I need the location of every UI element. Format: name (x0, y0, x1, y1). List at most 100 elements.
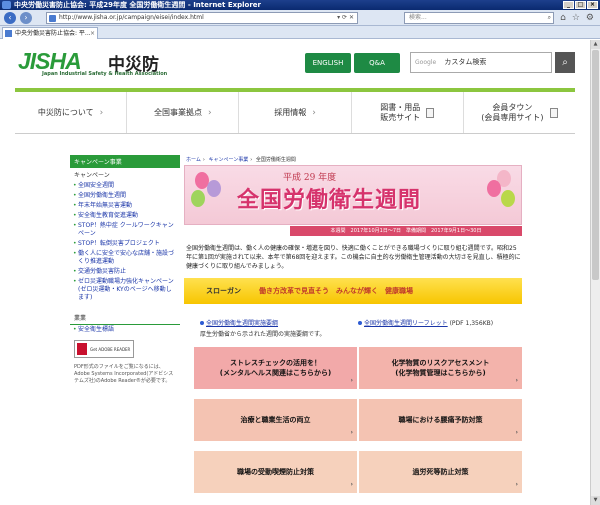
sidebar-item[interactable]: 全国労働衛生週間 (70, 191, 180, 201)
tile-chemical-risk[interactable]: 化学物質のリスクアセスメント (化学物質管理はこちらから) › (359, 347, 522, 389)
breadcrumb-campaign[interactable]: キャンペーン事業 (208, 157, 248, 163)
arrow-icon: › (350, 377, 353, 384)
tab-row: 中央労働災害防止協会: 平... × (0, 26, 600, 39)
balloon-icon (487, 180, 501, 197)
page-viewport: JISHA 中災防 Japan Industrial Safety & Heal… (0, 40, 590, 505)
ie-icon (2, 1, 11, 9)
nav-members[interactable]: 会員タウン (会員専用サイト) (464, 92, 575, 133)
sidebar-item[interactable]: 安全衛生標語 (70, 325, 180, 335)
forward-button[interactable]: › (20, 12, 32, 24)
tile-label: ストレスチェックの活用を！ (メンタルヘルス関連はこちらから) (219, 359, 332, 377)
breadcrumb-sep: › (250, 157, 253, 163)
sidebar-item[interactable]: 安全衛生教育促進運動 (70, 211, 180, 221)
link-desc: 厚生労働省から示された週間の実施要綱です。 (200, 331, 326, 338)
google-label: Google (415, 59, 437, 66)
breadcrumb: ホーム › キャンペーン事業 › 全国労働衛生週間 (186, 156, 298, 163)
maximize-button[interactable]: □ (575, 1, 586, 9)
tile-stress-check[interactable]: ストレスチェックの活用を！ (メンタルヘルス関連はこちらから) › (194, 347, 357, 389)
vertical-scrollbar[interactable]: ▲ ▼ (590, 40, 600, 505)
tile-back-pain[interactable]: 職場における腰痛予防対策 › (359, 399, 522, 441)
scroll-thumb[interactable] (592, 50, 599, 280)
arrow-icon: › (515, 429, 518, 436)
link-title[interactable]: 全国労働衛生週間実施要綱 (206, 320, 278, 327)
sidebar: キャンペーン事業 キャンペーン 全国安全週間 全国労働衛生週間 年末年始無災害運… (70, 155, 180, 335)
window-controls: _ □ × (563, 1, 598, 9)
sidebar-subheader: キャンペーン (74, 172, 110, 179)
tile-label: 職場の受動喫煙防止対策 (237, 468, 314, 476)
url-text: http://www.jisha.or.jp/campaign/eisei/in… (59, 14, 204, 21)
sidebar-item[interactable]: 年末年始無災害運動 (70, 201, 180, 211)
sidebar-item[interactable]: ゼロ災運動職場力強化キャンペーン(ゼロ災運動・KYのページへ移動します) (70, 277, 180, 303)
link-desc: (PDF 1,356KB) (449, 320, 494, 327)
site-search-button[interactable]: ⌕ (555, 52, 575, 73)
chevron-right-icon: › (312, 107, 316, 118)
tab-favicon-icon (5, 30, 12, 37)
tile-label: 職場における腰痛予防対策 (398, 416, 483, 424)
sidebar-item[interactable]: STOP！熱中症 クールワークキャンペーン (70, 221, 180, 239)
sidebar-item[interactable]: 働く人に安全で安心な店舗・施設づくり推進運動 (70, 249, 180, 267)
chevron-right-icon: › (208, 107, 212, 118)
search-icon[interactable]: ⌕ (548, 13, 551, 23)
tile-label: 過労死等防止対策 (412, 468, 469, 476)
english-button[interactable]: ENGLISH (305, 53, 351, 73)
link-item[interactable]: 全国労働衛生週間リーフレット (PDF 1,356KB) (358, 318, 493, 327)
slogan-text: 働き方改革で見直そう みんなが輝く 健康職場 (259, 287, 413, 295)
nav-shop[interactable]: 図書・用品 販売サイト (352, 92, 464, 133)
link-title[interactable]: 全国労働衛生週間リーフレット (364, 320, 448, 327)
nav-locations-label: 全国事業拠点 (154, 107, 202, 117)
nav-about[interactable]: 中災防について › (15, 92, 128, 133)
nav-recruit-label: 採用情報 (274, 107, 307, 117)
scroll-down-icon[interactable]: ▼ (591, 496, 600, 505)
campaign-dates: 本週間 2017年10月1日〜7日 準備期間 2017年9月1日〜30日 (290, 226, 522, 236)
home-icon[interactable]: ⌂ (560, 12, 566, 24)
minimize-button[interactable]: _ (563, 1, 574, 9)
settings-gear-icon[interactable]: ⚙ (586, 12, 594, 24)
browser-search-placeholder: 検索... (409, 14, 427, 21)
document-icon (549, 107, 558, 118)
arrow-icon: › (515, 377, 518, 384)
tile-karoshi-prevention[interactable]: 過労死等防止対策 › (359, 451, 522, 493)
breadcrumb-home[interactable]: ホーム (186, 157, 201, 163)
sidebar-item[interactable]: STOP！転倒災害プロジェクト (70, 239, 180, 249)
sidebar-item[interactable]: 全国安全週間 (70, 181, 180, 191)
adobe-badge-text: Get ADOBE READER (90, 346, 131, 352)
chevron-right-icon: › (99, 107, 104, 118)
scroll-up-icon[interactable]: ▲ (591, 40, 600, 49)
refresh-icon[interactable]: ▾ ⟳ ✕ (337, 13, 354, 23)
sidebar-header: キャンペーン事業 (70, 155, 180, 168)
slogan-banner: スローガン 働き方改革で見直そう みんなが輝く 健康職場 (184, 278, 522, 304)
favorites-icon[interactable]: ☆ (572, 12, 580, 24)
tab-label: 中央労働災害防止協会: 平... (15, 30, 91, 37)
pdf-note-text: PDF形式のファイルをご覧になるには、Adobe Systems Incorpo… (74, 364, 174, 384)
balloon-icon (207, 180, 221, 197)
url-field[interactable]: http://www.jisha.or.jp/campaign/eisei/in… (46, 12, 358, 24)
logo-subtitle: Japan Industrial Safety & Health Associa… (42, 71, 168, 77)
sidebar-section2-header: 業業 (70, 311, 180, 325)
site-search-input[interactable]: Google カスタム検索 (410, 52, 552, 73)
tile-treatment-balance[interactable]: 治療と職業生活の両立 › (194, 399, 357, 441)
close-button[interactable]: × (587, 1, 598, 9)
bullet-icon (358, 321, 362, 325)
global-nav: 中災防について › 全国事業拠点 › 採用情報 › 図書・用品 販売サイト 会員タウン… (15, 88, 575, 134)
breadcrumb-current: 全国労働衛生週間 (255, 157, 296, 163)
tile-passive-smoking[interactable]: 職場の受動喫煙防止対策 › (194, 451, 357, 493)
adobe-reader-badge[interactable]: Get ADOBE READER (74, 340, 134, 358)
slogan-label: スローガン (206, 287, 241, 295)
tab-close-icon[interactable]: × (90, 28, 95, 39)
search-icon: ⌕ (562, 57, 568, 68)
page-icon (49, 15, 56, 22)
link-item[interactable]: 全国労働衛生週間実施要綱 厚生労働省から示された週間の実施要綱です。 (200, 318, 325, 338)
browser-search-input[interactable]: 検索... ⌕ (404, 12, 554, 24)
qa-button[interactable]: Q&A (354, 53, 400, 73)
back-button[interactable]: ‹ (4, 12, 16, 24)
bullet-icon (200, 321, 204, 325)
nav-recruit[interactable]: 採用情報 › (239, 92, 352, 133)
campaign-banner: 平成 29 年度 全国労働衛生週間 (184, 165, 522, 225)
tile-label: 化学物質のリスクアセスメント (化学物質管理はこちらから) (391, 359, 490, 377)
nav-locations[interactable]: 全国事業拠点 › (127, 92, 240, 133)
document-icon (426, 107, 435, 118)
arrow-icon: › (350, 481, 353, 488)
browser-tab[interactable]: 中央労働災害防止協会: 平... × (2, 27, 98, 39)
sidebar-item[interactable]: 交通労働災害防止 (70, 267, 180, 277)
address-bar: ‹ › http://www.jisha.or.jp/campaign/eise… (0, 10, 600, 26)
